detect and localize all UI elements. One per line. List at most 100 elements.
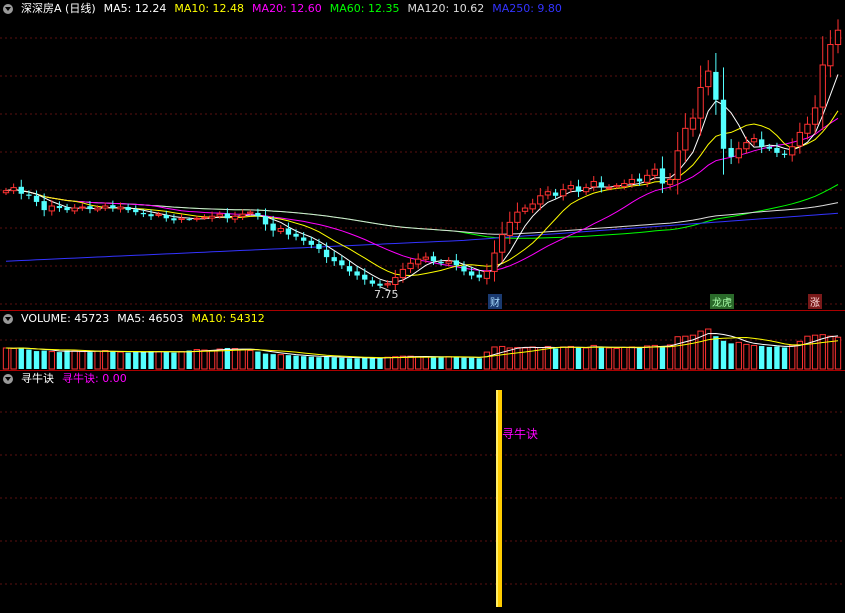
candle-body <box>415 258 422 265</box>
volume-bar <box>331 357 337 369</box>
volume-bar <box>636 347 643 369</box>
event-tag-finance[interactable]: 财 <box>488 294 502 309</box>
volume-bar <box>735 341 742 370</box>
candle-body <box>41 201 47 211</box>
candle-body <box>148 214 154 217</box>
candle-body <box>377 283 383 286</box>
event-tag-limit-up[interactable]: 涨 <box>808 294 822 309</box>
volume-bar <box>239 349 246 370</box>
dropdown-icon[interactable] <box>3 4 13 14</box>
candle-body <box>10 187 17 192</box>
candle-body <box>339 260 345 266</box>
volume-bar <box>560 346 567 370</box>
volume-bar <box>140 351 147 369</box>
candle-body <box>133 209 139 213</box>
candle-body <box>369 280 376 284</box>
volume-bar <box>552 348 559 369</box>
volume-bar <box>26 349 32 369</box>
volume-bar <box>750 344 758 370</box>
candle-body <box>476 274 482 278</box>
volume-bar <box>117 351 124 370</box>
volume-bar <box>758 345 765 369</box>
candle-body <box>293 233 299 237</box>
dropdown-icon[interactable] <box>3 374 13 384</box>
volume-bar <box>293 355 299 369</box>
candle-body <box>575 186 582 192</box>
candle-body <box>247 211 254 214</box>
candle-body <box>331 257 337 262</box>
candle-body <box>491 252 498 272</box>
candle-body <box>697 86 704 119</box>
candle-body <box>674 150 681 180</box>
volume-bar <box>605 347 613 370</box>
candle-body <box>178 217 185 221</box>
volume-bar <box>819 334 826 370</box>
candle-body <box>71 207 78 212</box>
candle-body <box>506 221 513 236</box>
volume-bar <box>2 347 10 370</box>
volume-bar <box>834 336 842 370</box>
volume-bar <box>567 345 575 370</box>
volume-bar <box>743 343 750 370</box>
candle-body <box>445 260 452 264</box>
candle-body <box>125 207 131 211</box>
volume-bar <box>430 357 437 369</box>
candle-body <box>26 194 32 196</box>
candle-body <box>33 195 40 202</box>
candle-body <box>392 277 399 286</box>
candle-body <box>140 212 147 215</box>
candle-body <box>468 271 475 276</box>
ma60-line <box>5 184 839 239</box>
candle-body <box>384 283 391 286</box>
candle-body <box>301 237 307 241</box>
volume-bar <box>102 350 109 370</box>
dropdown-icon[interactable] <box>3 314 13 324</box>
volume-bar <box>774 346 780 369</box>
candle-body <box>713 71 719 100</box>
volume-bar <box>163 352 169 369</box>
volume-bar <box>193 349 200 370</box>
candle-body <box>193 217 200 220</box>
candle-body <box>590 180 597 188</box>
volume-bar <box>94 350 101 370</box>
volume-bar <box>598 346 605 369</box>
volume-bar <box>247 350 254 370</box>
candle-body <box>560 189 567 197</box>
volume-bar <box>277 354 284 370</box>
volume-bar <box>148 351 154 369</box>
candle-body <box>766 146 772 149</box>
candle-body <box>529 203 536 210</box>
volume-bar <box>674 336 681 370</box>
volume-bar <box>262 353 269 369</box>
ma20-label: MA20: 12.60 <box>252 2 322 15</box>
volume-bar <box>476 358 482 369</box>
candle-body <box>216 213 223 217</box>
candle-body <box>354 271 360 276</box>
candle-body <box>255 212 261 217</box>
candle-body <box>438 262 444 264</box>
volume-bar <box>399 355 407 370</box>
volume-bar <box>438 357 444 369</box>
candle-body <box>79 206 86 209</box>
candle-body <box>285 228 292 235</box>
candle-body <box>102 205 109 209</box>
event-tag-dragon-tiger[interactable]: 龙虎 <box>710 294 734 309</box>
candle-body <box>781 153 788 155</box>
candle-body <box>514 211 521 223</box>
volume-bar <box>178 351 185 370</box>
candle-body <box>346 266 353 272</box>
candle-body <box>605 187 613 190</box>
volume-bar <box>18 347 24 369</box>
volume-bar <box>445 356 452 370</box>
ma20-line <box>5 117 839 272</box>
volume-bar <box>301 356 307 369</box>
candle-body <box>362 274 368 280</box>
volume-bar <box>713 336 719 369</box>
volume-bar <box>659 346 666 369</box>
volume-bar <box>498 345 506 370</box>
candle-body <box>743 142 750 150</box>
volume-bar <box>720 340 727 369</box>
volume-bar <box>461 357 467 369</box>
candle-body <box>201 216 208 219</box>
volume-bar <box>316 357 322 369</box>
